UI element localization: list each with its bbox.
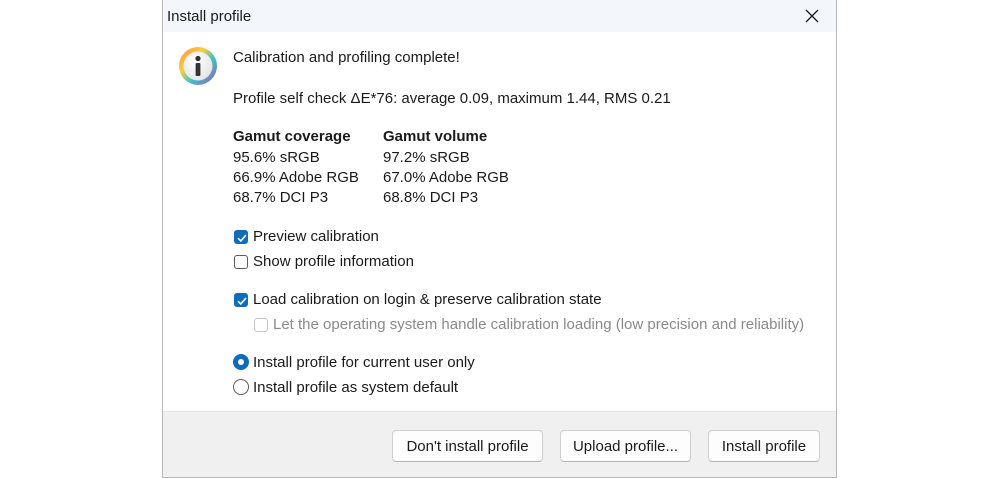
install-current-user-radio[interactable] <box>233 354 249 370</box>
upload-profile-button[interactable]: Upload profile... <box>560 430 691 462</box>
os-handle-loading-label: Let the operating system handle calibrat… <box>273 316 805 333</box>
show-profile-information-label[interactable]: Show profile information <box>253 253 414 270</box>
install-profile-dialog: Install profile Calibration and profilin… <box>162 0 837 478</box>
headline: Calibration and profiling complete! <box>233 49 460 66</box>
gamut-volume-srgb: 97.2% sRGB <box>383 149 470 166</box>
dont-install-profile-button[interactable]: Don't install profile <box>392 430 543 462</box>
install-profile-button[interactable]: Install profile <box>708 430 820 462</box>
checkmark-icon <box>237 297 247 306</box>
load-calibration-checkbox[interactable] <box>234 293 248 307</box>
load-calibration-label[interactable]: Load calibration on login & preserve cal… <box>253 291 602 308</box>
info-icon <box>179 47 217 85</box>
os-handle-loading-checkbox <box>254 318 268 332</box>
gamut-coverage-adobe-rgb: 66.9% Adobe RGB <box>233 169 359 186</box>
title-bar: Install profile <box>163 0 836 32</box>
close-icon <box>805 9 819 23</box>
dialog-content: Calibration and profiling complete! Prof… <box>163 32 836 411</box>
gamut-volume-header: Gamut volume <box>383 128 488 145</box>
install-system-default-label[interactable]: Install profile as system default <box>253 379 458 396</box>
install-current-user-label[interactable]: Install profile for current user only <box>253 354 475 371</box>
gamut-volume-adobe-rgb: 67.0% Adobe RGB <box>383 169 509 186</box>
gamut-coverage-header: Gamut coverage <box>233 128 351 145</box>
preview-calibration-label[interactable]: Preview calibration <box>253 228 379 245</box>
show-profile-information-checkbox[interactable] <box>234 255 248 269</box>
window-title: Install profile <box>167 8 252 25</box>
gamut-volume-dci-p3: 68.8% DCI P3 <box>383 189 479 206</box>
dialog-footer: Don't install profile Upload profile... … <box>163 411 836 477</box>
preview-calibration-checkbox[interactable] <box>234 230 248 244</box>
self-check-text: Profile self check ΔE*76: average 0.09, … <box>233 90 671 107</box>
install-system-default-radio[interactable] <box>233 379 249 395</box>
gamut-coverage-srgb: 95.6% sRGB <box>233 149 320 166</box>
checkmark-icon <box>237 234 247 243</box>
gamut-coverage-dci-p3: 68.7% DCI P3 <box>233 189 329 206</box>
close-button[interactable] <box>790 0 836 32</box>
